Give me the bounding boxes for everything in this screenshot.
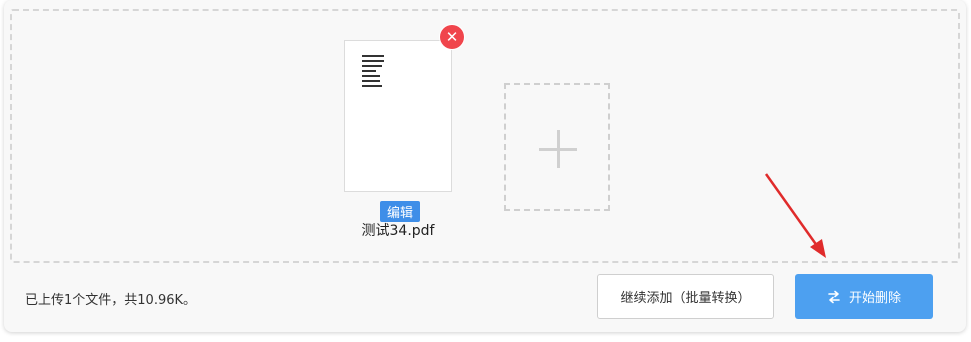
close-icon: ✕ [445,27,459,46]
file-thumbnail[interactable] [344,40,452,192]
start-delete-button[interactable]: 开始删除 [795,274,933,319]
pdf-preview-lines [362,55,384,90]
start-delete-label: 开始删除 [848,291,901,306]
remove-file-button[interactable]: ✕ [440,25,464,49]
file-name: 测试34.pdf [361,223,435,239]
edit-button[interactable]: 编辑 [380,201,420,222]
swap-icon [827,290,841,304]
add-file-button[interactable] [504,83,610,211]
batch-add-button[interactable]: 继续添加（批量转换） [597,274,774,319]
file-drop-zone[interactable] [10,9,960,263]
upload-status: 已上传1个文件，共10.96K。 [25,293,197,308]
